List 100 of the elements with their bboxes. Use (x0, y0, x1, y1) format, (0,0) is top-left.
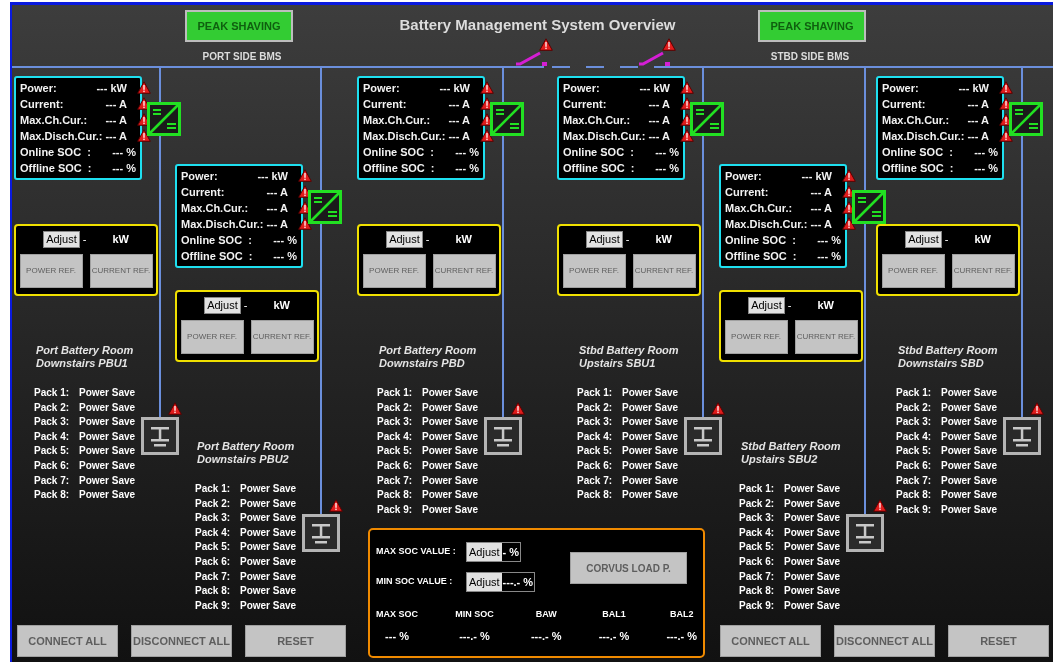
readout-value: --- % (974, 145, 998, 160)
pack-status: Power Save (240, 584, 297, 599)
readout-label: Power: (363, 81, 400, 96)
pack-label: Pack 6: (739, 554, 776, 569)
readout-label: Max.Disch.Cur.: (725, 217, 808, 232)
pack-status: Power Save (622, 458, 679, 473)
readout-label: Max.Ch.Cur.: (725, 201, 793, 216)
battery-icon[interactable] (846, 514, 884, 552)
pack-label: Pack 6: (195, 554, 232, 569)
readout-value: --- A (266, 201, 288, 216)
readout-label: Max.Disch.Cur.: (181, 217, 264, 232)
warning-icon (680, 129, 694, 142)
battery-icon[interactable] (302, 514, 340, 552)
readout-value: --- A (810, 217, 832, 232)
pack-status: Power Save (941, 444, 998, 459)
pack-label: Pack 3: (195, 511, 232, 526)
pack-status: Power Save (240, 511, 297, 526)
unit-label: kW (974, 232, 991, 248)
soc-setting-field[interactable]: Adjust ---.- % (466, 572, 536, 592)
pack-status: Power Save (784, 569, 841, 584)
pack-label: Pack 7: (896, 473, 933, 488)
readout-label: Online SOC : (20, 145, 91, 160)
room-title: Stbd Battery Room (898, 344, 999, 357)
pack-label: Pack 1: (377, 386, 414, 400)
pack-status: Power Save (79, 386, 136, 400)
stat-value: ---.- % (666, 628, 697, 644)
warning-icon (1030, 402, 1044, 415)
battery-icon[interactable] (141, 417, 179, 455)
pack-label: Pack 7: (195, 569, 232, 584)
adjust-button[interactable]: Adjust (204, 297, 241, 314)
pack-status: Power Save (941, 502, 998, 517)
pack-status: Power Save (422, 415, 479, 430)
readout-value: --- % (817, 249, 841, 264)
warning-icon (539, 38, 553, 51)
readout-label: Max.Ch.Cur.: (20, 113, 88, 128)
pack-label: Pack 2: (577, 400, 614, 415)
readout-value: --- kW (639, 81, 670, 96)
readout-value: --- A (648, 97, 670, 112)
pack-label: Pack 5: (577, 444, 614, 459)
unit-label: kW (273, 298, 290, 314)
readout-value: --- % (112, 145, 136, 160)
pack-label: Pack 8: (739, 584, 776, 599)
stat-label: MAX SOC (376, 608, 418, 621)
pack-status: Power Save (79, 458, 136, 473)
room-title: Downstairs SBD (898, 357, 985, 370)
readout-value: --- A (810, 185, 832, 200)
readout-label: Power: (181, 169, 218, 184)
readout-value: --- kW (439, 81, 470, 96)
adjust-button[interactable]: Adjust (586, 231, 623, 248)
room-title: Port Battery Room (379, 344, 478, 357)
pack-status: Power Save (941, 386, 998, 400)
readout-value: --- A (105, 113, 127, 128)
pack-status: Power Save (240, 540, 297, 555)
pack-status: Power Save (622, 415, 679, 430)
pack-status: Power Save (79, 488, 136, 503)
pack-status: Power Save (784, 598, 841, 613)
adjust-button[interactable]: Adjust (467, 543, 502, 561)
warning-icon (298, 217, 312, 230)
room-title: Downstairs PBU2 (197, 453, 290, 466)
battery-icon[interactable] (484, 417, 522, 455)
adjust-button[interactable]: Adjust (905, 231, 942, 248)
readout-value: --- kW (801, 169, 832, 184)
battery-icon[interactable] (1003, 417, 1041, 455)
battery-icon[interactable] (684, 417, 722, 455)
pack-label: Pack 8: (377, 488, 414, 503)
pack-status: Power Save (79, 473, 136, 488)
room-title: Port Battery Room (36, 344, 135, 357)
readout-value: --- A (105, 129, 127, 144)
adjust-button[interactable]: Adjust (386, 231, 423, 248)
pack-label: Pack 1: (195, 482, 232, 496)
warning-icon (680, 81, 694, 94)
readout-label: Power: (725, 169, 762, 184)
breaker-icon[interactable] (638, 50, 672, 66)
pack-label: Pack 4: (896, 429, 933, 444)
pack-label: Pack 6: (896, 458, 933, 473)
readout-label: Online SOC : (882, 145, 953, 160)
adjust-button[interactable]: Adjust (748, 297, 785, 314)
pack-label: Pack 5: (377, 444, 414, 459)
adjust-button[interactable]: Adjust (43, 231, 80, 248)
adjust-button[interactable]: Adjust (467, 573, 502, 591)
readout-label: Current: (363, 97, 407, 112)
converter-icon (1009, 102, 1043, 136)
pack-label: Pack 3: (896, 415, 933, 430)
pack-status: Power Save (240, 554, 297, 569)
pack-label: Pack 2: (195, 496, 232, 511)
readout-value: --- kW (257, 169, 288, 184)
readout-value: --- % (974, 161, 998, 176)
side-label: PORT SIDE BMS (201, 50, 283, 64)
readout-value: --- kW (96, 81, 127, 96)
soc-setting-field[interactable]: Adjust - % (466, 542, 522, 562)
readout-value: --- A (266, 217, 288, 232)
readout-value: --- % (455, 145, 479, 160)
pack-status: Power Save (784, 554, 841, 569)
breaker-icon[interactable] (515, 50, 549, 66)
pack-status: Power Save (422, 429, 479, 444)
pack-label: Pack 9: (195, 598, 232, 613)
readout-label: Online SOC : (181, 233, 252, 248)
pack-label: Pack 2: (896, 400, 933, 415)
room-title: Downstairs PBU1 (36, 357, 129, 370)
readout-value: --- A (266, 185, 288, 200)
